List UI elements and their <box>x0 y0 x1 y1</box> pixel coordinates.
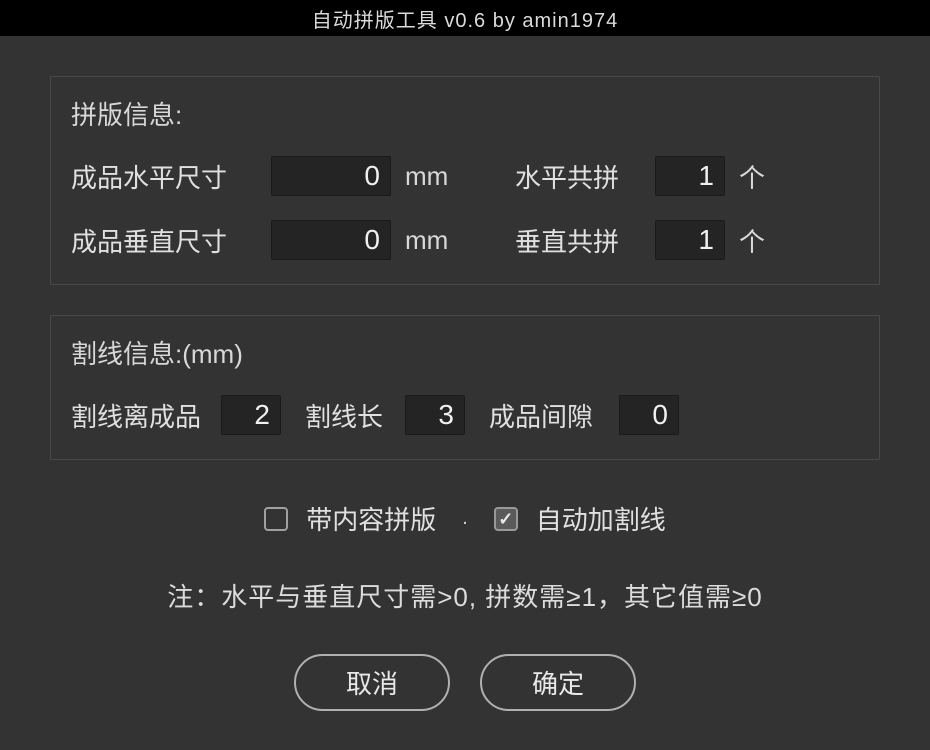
horiz-size-input[interactable] <box>271 156 391 196</box>
content-area: 拼版信息: 成品水平尺寸 mm 水平共拼 个 成品垂直尺寸 mm 垂直共拼 个 … <box>0 36 930 741</box>
vert-size-input[interactable] <box>271 220 391 260</box>
vert-size-label: 成品垂直尺寸 <box>71 222 271 259</box>
note-text: 注：水平与垂直尺寸需>0, 拼数需≥1，其它值需≥0 <box>50 577 880 614</box>
vert-count-label: 垂直共拼 <box>515 222 655 259</box>
product-gap-input[interactable] <box>619 395 679 435</box>
cut-length-input[interactable] <box>405 395 465 435</box>
titlebar: 自动拼版工具 v0.6 by amin1974 <box>0 0 930 36</box>
imposition-group-title: 拼版信息: <box>71 95 859 132</box>
horiz-size-unit: mm <box>405 161 465 192</box>
with-content-label: 带内容拼版 <box>306 500 436 537</box>
vert-size-unit: mm <box>405 225 465 256</box>
imposition-group: 拼版信息: 成品水平尺寸 mm 水平共拼 个 成品垂直尺寸 mm 垂直共拼 个 <box>50 76 880 285</box>
vert-size-row: 成品垂直尺寸 mm 垂直共拼 个 <box>71 220 859 260</box>
horiz-count-input[interactable] <box>655 156 725 196</box>
button-row: 取消 确定 <box>50 654 880 711</box>
horiz-count-label: 水平共拼 <box>515 158 655 195</box>
ok-button[interactable]: 确定 <box>480 654 636 711</box>
horiz-size-row: 成品水平尺寸 mm 水平共拼 个 <box>71 156 859 196</box>
product-gap-label: 成品间隙 <box>489 397 619 434</box>
cutline-group-title: 割线信息:(mm) <box>71 334 859 371</box>
cutline-row: 割线离成品 割线长 成品间隙 <box>71 395 859 435</box>
cut-offset-input[interactable] <box>221 395 281 435</box>
check-icon: ✓ <box>498 510 513 528</box>
horiz-size-label: 成品水平尺寸 <box>71 158 271 195</box>
separator-dot: . <box>462 507 468 530</box>
cutline-group: 割线信息:(mm) 割线离成品 割线长 成品间隙 <box>50 315 880 460</box>
with-content-checkbox[interactable] <box>264 507 288 531</box>
cut-length-label: 割线长 <box>305 397 405 434</box>
horiz-count-unit: 个 <box>739 158 765 195</box>
auto-cutline-checkbox[interactable]: ✓ <box>494 507 518 531</box>
options-row: 带内容拼版 . ✓ 自动加割线 <box>50 500 880 537</box>
auto-cutline-label: 自动加割线 <box>536 500 666 537</box>
window-title: 自动拼版工具 v0.6 by amin1974 <box>312 4 618 33</box>
cut-offset-label: 割线离成品 <box>71 397 221 434</box>
vert-count-unit: 个 <box>739 222 765 259</box>
vert-count-input[interactable] <box>655 220 725 260</box>
cancel-button[interactable]: 取消 <box>294 654 450 711</box>
